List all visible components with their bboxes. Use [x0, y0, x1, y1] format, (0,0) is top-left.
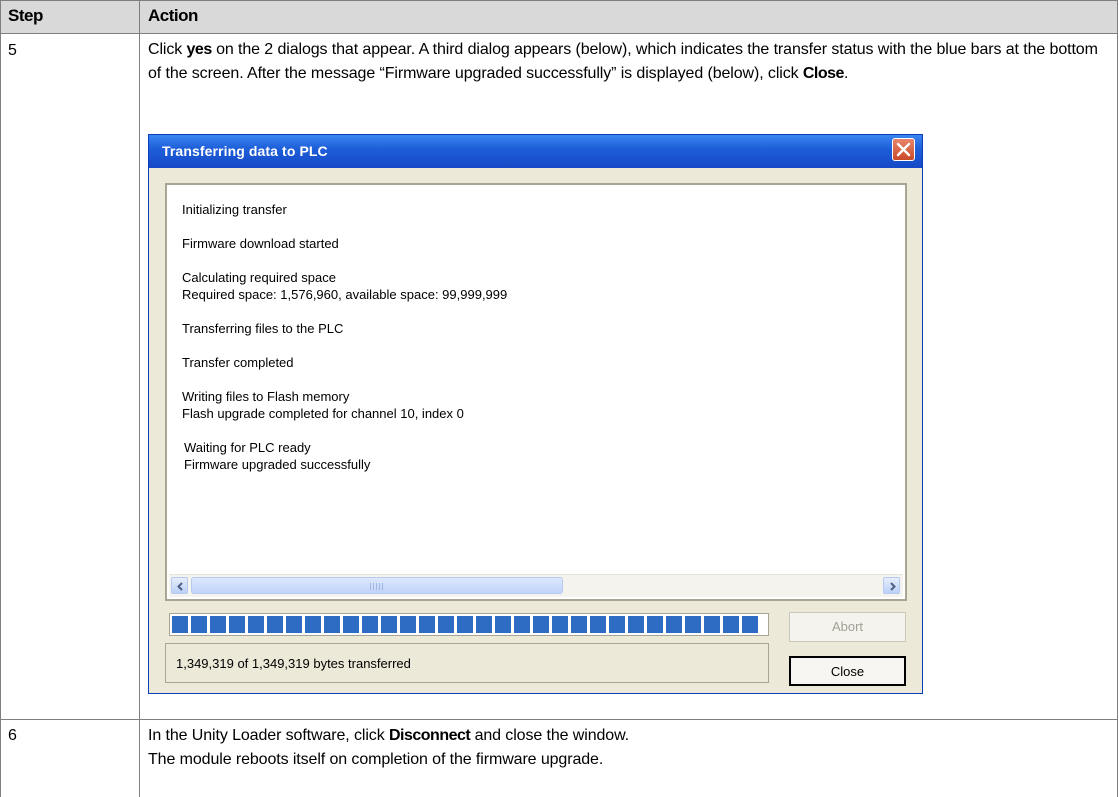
progress-segment: [400, 616, 416, 633]
log-line: Writing files to Flash memory: [182, 389, 350, 404]
step-6-description-line2: The module reboots itself on completion …: [148, 751, 604, 768]
progress-segment: [704, 616, 720, 633]
log-line: Calculating required space: [182, 270, 336, 285]
progress-segment: [685, 616, 701, 633]
progress-segment: [267, 616, 283, 633]
progress-segment: [533, 616, 549, 633]
transfer-status-text: 1,349,319 of 1,349,319 bytes transferred: [176, 656, 411, 671]
log-line: Firmware upgraded successfully: [184, 457, 371, 472]
progress-segment: [590, 616, 606, 633]
transfer-dialog: Transferring data to PLC Initializing tr…: [148, 134, 923, 694]
log-line: Flash upgrade completed for channel 10, …: [182, 406, 464, 421]
progress-segment: [343, 616, 359, 633]
progress-segment: [381, 616, 397, 633]
progress-segment: [609, 616, 625, 633]
progress-segment: [191, 616, 207, 633]
text-run: Click: [148, 41, 187, 58]
chevron-right-icon: [890, 582, 896, 591]
progress-segment: [476, 616, 492, 633]
progress-segment: [666, 616, 682, 633]
dialog-titlebar: Transferring data to PLC: [149, 135, 922, 168]
progress-segment: [362, 616, 378, 633]
horizontal-scrollbar[interactable]: [169, 574, 903, 597]
status-panel: 1,349,319 of 1,349,319 bytes transferred: [165, 643, 769, 683]
progress-segment: [647, 616, 663, 633]
progress-segment: [552, 616, 568, 633]
header-action: Action: [148, 6, 198, 25]
transfer-progress-bar: [169, 613, 769, 636]
text-run: .: [843, 65, 849, 82]
log-line: Initializing transfer: [182, 202, 287, 217]
progress-segment: [305, 616, 321, 633]
progress-segment: [419, 616, 435, 633]
close-button[interactable]: Close: [789, 656, 906, 686]
close-window-button[interactable]: [892, 138, 915, 161]
progress-segment: [248, 616, 264, 633]
progress-segment: [172, 616, 188, 633]
dialog-title: Transferring data to PLC: [162, 143, 328, 159]
progress-segment: [723, 616, 739, 633]
log-line: Transferring files to the PLC: [182, 321, 344, 336]
log-line: Firmware download started: [182, 236, 339, 251]
text-run: and close the window.: [470, 727, 630, 744]
bold-term: yes: [186, 41, 213, 58]
scroll-left-button[interactable]: [171, 577, 188, 594]
text-run: on the 2 dialogs that appear. A third di…: [148, 41, 1098, 82]
progress-segment: [495, 616, 511, 633]
progress-segment: [286, 616, 302, 633]
progress-segment: [742, 616, 758, 633]
log-line: Required space: 1,576,960, available spa…: [182, 287, 508, 302]
scrollbar-thumb[interactable]: [191, 577, 563, 594]
step-6-description-line1: In the Unity Loader software, click Disc…: [148, 724, 1108, 748]
progress-segment: [324, 616, 340, 633]
bold-term: Disconnect: [388, 727, 471, 744]
progress-segment: [210, 616, 226, 633]
close-icon: [896, 142, 911, 157]
progress-segment: [229, 616, 245, 633]
step-number-6: 6: [8, 727, 17, 744]
log-line: Transfer completed: [182, 355, 294, 370]
transfer-log[interactable]: Initializing transfer Firmware download …: [165, 183, 907, 601]
step-5-description: Click yes on the 2 dialogs that appear. …: [148, 38, 1108, 86]
progress-segment: [514, 616, 530, 633]
progress-segment: [438, 616, 454, 633]
header-step: Step: [8, 6, 43, 25]
abort-button[interactable]: Abort: [789, 612, 906, 642]
bold-term: Close: [802, 65, 845, 82]
chevron-left-icon: [177, 582, 183, 591]
log-line: Waiting for PLC ready: [184, 440, 311, 455]
text-run: In the Unity Loader software, click: [148, 727, 389, 744]
grip-icon: [370, 583, 384, 590]
progress-segment: [571, 616, 587, 633]
progress-segment: [457, 616, 473, 633]
progress-segment: [628, 616, 644, 633]
scroll-right-button[interactable]: [883, 577, 900, 594]
step-number-5: 5: [8, 42, 17, 59]
